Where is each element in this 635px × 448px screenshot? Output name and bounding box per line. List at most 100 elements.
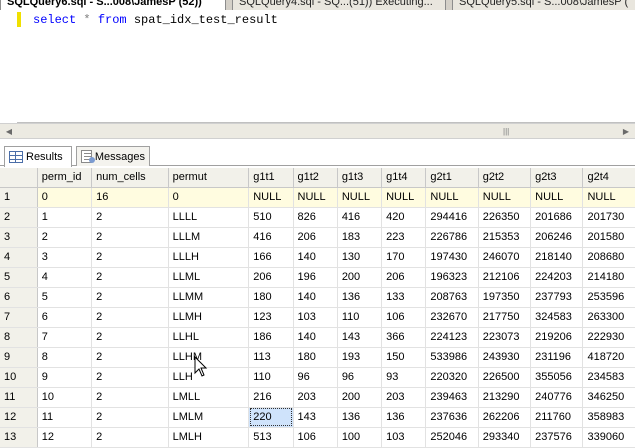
grid-cell[interactable]: 130 xyxy=(337,247,383,268)
row-number[interactable]: 10 xyxy=(0,367,38,388)
grid-cell[interactable]: 200 xyxy=(337,267,383,288)
grid-cell[interactable]: 2 xyxy=(91,407,169,428)
grid-cell[interactable]: LLMM xyxy=(168,287,250,308)
grid-cell[interactable]: 196323 xyxy=(425,267,479,288)
grid-cell[interactable]: 224203 xyxy=(530,267,584,288)
row-number[interactable]: 11 xyxy=(0,387,38,408)
grid-cell[interactable]: 206 xyxy=(293,227,338,248)
grid-cell[interactable]: 136 xyxy=(337,407,383,428)
grid-cell[interactable]: 216 xyxy=(248,387,294,408)
grid-cell[interactable]: 2 xyxy=(91,387,169,408)
grid-cell[interactable]: 201580 xyxy=(582,227,635,248)
tab-results[interactable]: Results xyxy=(4,146,72,167)
grid-cell[interactable]: 293340 xyxy=(478,427,532,448)
grid-cell[interactable]: 226350 xyxy=(478,207,532,228)
grid-cell[interactable]: 243930 xyxy=(478,347,532,368)
grid-cell[interactable]: 231196 xyxy=(530,347,584,368)
grid-cell[interactable]: 150 xyxy=(381,347,427,368)
column-header-permut[interactable]: permut xyxy=(168,168,250,188)
column-header-perm-id[interactable]: perm_id xyxy=(37,168,93,188)
grid-cell[interactable]: NULL xyxy=(582,187,635,208)
row-number[interactable]: 6 xyxy=(0,287,38,308)
grid-cell[interactable]: NULL xyxy=(478,187,532,208)
grid-cell[interactable]: 222930 xyxy=(582,327,635,348)
grid-cell[interactable]: 193 xyxy=(337,347,383,368)
grid-cell[interactable]: 0 xyxy=(37,187,93,208)
tab-sqlquery4[interactable]: SQLQuery4.sql - SQ...(51)) Executing... xyxy=(232,0,446,10)
grid-cell[interactable]: 200 xyxy=(337,387,383,408)
grid-cell[interactable]: 206 xyxy=(381,267,427,288)
grid-cell[interactable]: NULL xyxy=(530,187,584,208)
grid-cell[interactable]: 2 xyxy=(91,267,169,288)
grid-cell[interactable]: 180 xyxy=(293,347,338,368)
grid-cell[interactable]: LLLL xyxy=(168,207,250,228)
grid-cell[interactable]: 166 xyxy=(248,247,294,268)
grid-cell[interactable]: 346250 xyxy=(582,387,635,408)
tab-messages[interactable]: Messages xyxy=(76,146,150,166)
grid-cell[interactable]: 224123 xyxy=(425,327,479,348)
grid-cell[interactable]: 96 xyxy=(337,367,383,388)
grid-cell[interactable]: 201730 xyxy=(582,207,635,228)
grid-cell[interactable]: NULL xyxy=(425,187,479,208)
grid-cell[interactable]: 2 xyxy=(91,427,169,448)
query-line[interactable]: select * from spat_idx_test_result xyxy=(33,13,278,27)
grid-cell[interactable]: 232670 xyxy=(425,307,479,328)
grid-cell[interactable]: 197350 xyxy=(478,287,532,308)
grid-cell[interactable]: 253596 xyxy=(582,287,635,308)
grid-cell[interactable]: 136 xyxy=(337,287,383,308)
grid-cell[interactable]: 201686 xyxy=(530,207,584,228)
grid-cell[interactable]: 186 xyxy=(248,327,294,348)
grid-cell[interactable]: 6 xyxy=(37,307,93,328)
grid-cell[interactable]: 140 xyxy=(293,247,338,268)
grid-cell[interactable]: 215353 xyxy=(478,227,532,248)
grid-cell[interactable]: 140 xyxy=(293,327,338,348)
grid-cell[interactable]: 223073 xyxy=(478,327,532,348)
grid-cell[interactable]: 143 xyxy=(337,327,383,348)
row-number[interactable]: 3 xyxy=(0,227,38,248)
grid-cell[interactable]: 252046 xyxy=(425,427,479,448)
table-row[interactable]: 4 3 2 LLLH 166 140 130 170 197430 246070 218140 208… xyxy=(0,247,635,268)
column-header-g2t1[interactable]: g2t1 xyxy=(425,168,479,188)
grid-cell[interactable]: 4 xyxy=(37,267,93,288)
grid-cell[interactable]: 180 xyxy=(248,287,294,308)
grid-cell[interactable]: 103 xyxy=(293,307,338,328)
grid-cell[interactable]: 11 xyxy=(37,407,93,428)
grid-cell[interactable]: 240776 xyxy=(530,387,584,408)
grid-cell[interactable]: 533986 xyxy=(425,347,479,368)
grid-cell[interactable]: 826 xyxy=(293,207,338,228)
table-row[interactable]: 8 7 2 LLHL 186 140 143 366 224123 223073 219206 222… xyxy=(0,327,635,348)
grid-cell[interactable]: 100 xyxy=(337,427,383,448)
grid-cell[interactable]: 218140 xyxy=(530,247,584,268)
scroll-grip-icon[interactable]: ||| xyxy=(503,127,509,136)
column-header-g1t3[interactable]: g1t3 xyxy=(337,168,383,188)
editor-horizontal-scrollbar[interactable]: ◀ ||| ▶ xyxy=(0,123,635,139)
grid-cell[interactable]: 106 xyxy=(293,427,338,448)
grid-cell[interactable]: 237636 xyxy=(425,407,479,428)
grid-cell[interactable]: 2 xyxy=(91,327,169,348)
grid-cell[interactable]: 416 xyxy=(337,207,383,228)
grid-cell[interactable]: 96 xyxy=(293,367,338,388)
grid-cell[interactable]: 226786 xyxy=(425,227,479,248)
grid-cell[interactable]: 239463 xyxy=(425,387,479,408)
grid-cell[interactable]: 113 xyxy=(248,347,294,368)
grid-cell[interactable]: 110 xyxy=(337,307,383,328)
table-row[interactable]: 10 9 2 LLH 110 96 96 93 220320 226500 355056 234583 xyxy=(0,367,635,388)
table-row[interactable]: 13 12 2 LMLH 513 106 100 103 252046 293340 237576 3… xyxy=(0,427,635,448)
grid-cell[interactable]: 106 xyxy=(381,307,427,328)
grid-cell[interactable]: 196 xyxy=(293,267,338,288)
grid-cell[interactable]: 136 xyxy=(381,407,427,428)
table-row[interactable]: 11 10 2 LMLL 216 203 200 203 239463 213290 240776 3… xyxy=(0,387,635,408)
grid-cell[interactable]: 513 xyxy=(248,427,294,448)
grid-cell[interactable]: LLLM xyxy=(168,227,250,248)
column-header-g1t4[interactable]: g1t4 xyxy=(381,168,427,188)
table-row[interactable]: 1 0 16 0 NULL NULL NULL NULL NULL NULL NULL NULL xyxy=(0,187,635,208)
results-grid[interactable]: perm_id num_cells permut g1t1 g1t2 g1t3 g1t4 g2… xyxy=(0,168,635,448)
row-number[interactable]: 9 xyxy=(0,347,38,368)
grid-cell[interactable]: 214180 xyxy=(582,267,635,288)
table-row[interactable]: 5 4 2 LLML 206 196 200 206 196323 212106 224203 214… xyxy=(0,267,635,288)
grid-cell[interactable]: 103 xyxy=(381,427,427,448)
grid-cell[interactable]: 2 xyxy=(91,247,169,268)
grid-cell[interactable]: LMLL xyxy=(168,387,250,408)
grid-cell[interactable]: 237793 xyxy=(530,287,584,308)
grid-cell[interactable]: 133 xyxy=(381,287,427,308)
